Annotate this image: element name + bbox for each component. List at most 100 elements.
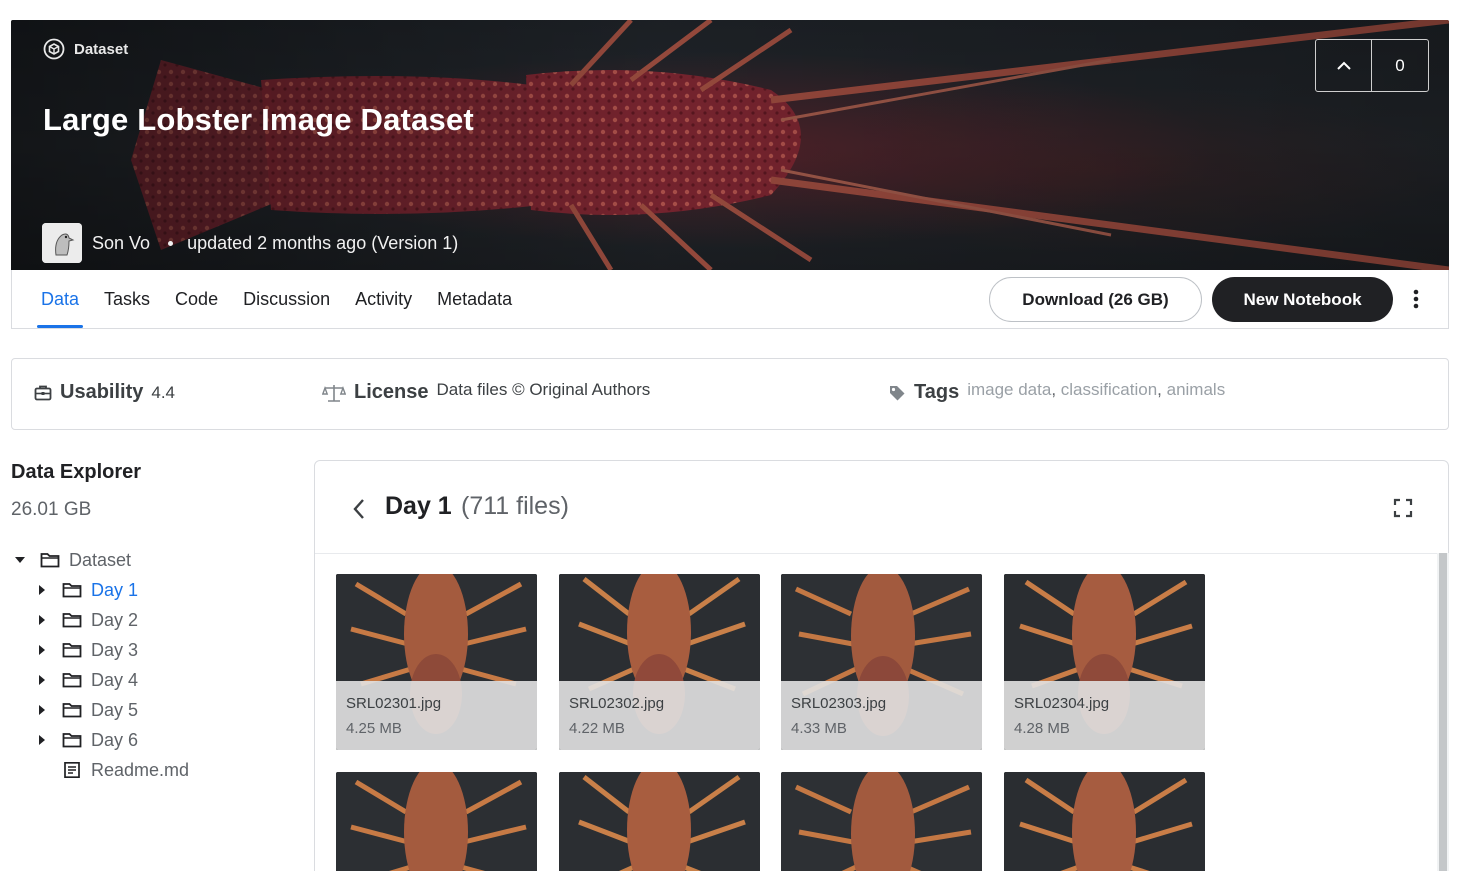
tree-folder-day-2[interactable]: Day 2 bbox=[14, 605, 189, 635]
license-value[interactable]: Data files © Original Authors bbox=[436, 380, 650, 400]
file-card[interactable]: SRL02303.jpg 4.33 MB bbox=[781, 574, 982, 750]
tree-folder-day-5[interactable]: Day 5 bbox=[14, 695, 189, 725]
vote-count: 0 bbox=[1395, 55, 1405, 75]
file-card[interactable] bbox=[1004, 772, 1205, 871]
file-card[interactable]: SRL02304.jpg 4.28 MB bbox=[1004, 574, 1205, 750]
tree-folder-day-3[interactable]: Day 3 bbox=[14, 635, 189, 665]
file-card[interactable] bbox=[781, 772, 982, 871]
chevron-up-icon bbox=[1336, 61, 1351, 70]
file-name: SRL02303.jpg bbox=[791, 695, 887, 712]
upvote-widget: 0 bbox=[1315, 39, 1429, 92]
tags-list: image data, classification, animals bbox=[967, 379, 1226, 399]
tree-label: Day 3 bbox=[91, 639, 139, 660]
tree-label: Dataset bbox=[69, 549, 132, 570]
file-card[interactable]: SRL02301.jpg 4.25 MB bbox=[336, 574, 537, 750]
tree-label: Day 6 bbox=[91, 729, 139, 750]
file-size: 4.28 MB bbox=[1014, 720, 1070, 737]
author-line: Son Vo updated 2 months ago (Version 1) bbox=[42, 223, 458, 263]
file-tree: Dataset Day 1 Day 2 Day 3 Day 4 Day 5 Da… bbox=[14, 545, 189, 785]
panel-scrollbar[interactable] bbox=[1437, 553, 1449, 871]
author-avatar[interactable] bbox=[42, 223, 82, 263]
file-size: 4.22 MB bbox=[569, 720, 625, 737]
tag-classification[interactable]: classification bbox=[1061, 380, 1157, 399]
file-caption: SRL02302.jpg 4.22 MB bbox=[559, 681, 760, 750]
dataset-header-banner: Dataset Large Lobster Image Dataset Son … bbox=[11, 20, 1449, 270]
caret-right-icon[interactable] bbox=[36, 584, 48, 596]
tab-tasks[interactable]: Tasks bbox=[104, 270, 150, 328]
tab-data[interactable]: Data bbox=[36, 270, 84, 328]
folder-icon bbox=[62, 673, 82, 688]
tree-file-readme[interactable]: Readme.md bbox=[14, 755, 189, 785]
file-name: SRL02301.jpg bbox=[346, 695, 442, 712]
caret-right-icon[interactable] bbox=[36, 674, 48, 686]
file-card[interactable]: SRL02302.jpg 4.22 MB bbox=[559, 574, 760, 750]
tab-discussion[interactable]: Discussion bbox=[243, 270, 330, 328]
tree-label: Day 4 bbox=[91, 669, 139, 690]
file-size: 4.25 MB bbox=[346, 720, 402, 737]
folder-icon bbox=[62, 643, 82, 658]
tree-folder-day-4[interactable]: Day 4 bbox=[14, 665, 189, 695]
lobster-thumbnail bbox=[781, 772, 982, 871]
folder-icon bbox=[62, 733, 82, 748]
tag-image-data[interactable]: image data bbox=[967, 380, 1051, 399]
tab-activity[interactable]: Activity bbox=[355, 270, 412, 328]
tags-item: Tags image data, classification, animals bbox=[888, 379, 1226, 404]
license-scale-icon bbox=[322, 384, 346, 402]
usability-icon bbox=[34, 385, 52, 400]
panel-file-count: (711 files) bbox=[461, 492, 569, 520]
file-card[interactable] bbox=[559, 772, 760, 871]
file-caption: SRL02304.jpg 4.28 MB bbox=[1004, 681, 1205, 750]
tree-label: Readme.md bbox=[91, 759, 190, 780]
file-name: SRL02304.jpg bbox=[1014, 695, 1110, 712]
tab-metadata[interactable]: Metadata bbox=[437, 270, 512, 328]
download-button[interactable]: Download (26 GB) bbox=[989, 277, 1202, 322]
tree-folder-day-6[interactable]: Day 6 bbox=[14, 725, 189, 755]
updated-text: updated 2 months ago (Version 1) bbox=[187, 232, 459, 253]
folder-icon bbox=[62, 703, 82, 718]
fullscreen-icon[interactable] bbox=[1393, 498, 1413, 518]
usability-value: 4.4 bbox=[151, 382, 175, 402]
caret-right-icon[interactable] bbox=[36, 644, 48, 656]
data-explorer-size: 26.01 GB bbox=[11, 499, 92, 520]
folder-icon bbox=[40, 553, 60, 568]
folder-icon bbox=[62, 583, 82, 598]
chevron-left-icon[interactable] bbox=[351, 496, 367, 522]
tree-root-dataset[interactable]: Dataset bbox=[14, 545, 189, 575]
separator-dot bbox=[168, 240, 174, 246]
new-notebook-button[interactable]: New Notebook bbox=[1212, 277, 1393, 322]
tags-label: Tags bbox=[914, 381, 960, 403]
more-options-button[interactable] bbox=[1406, 287, 1426, 311]
tab-list: Data Tasks Code Discussion Activity Meta… bbox=[36, 270, 537, 328]
file-card[interactable] bbox=[336, 772, 537, 871]
tree-label: Day 1 bbox=[91, 579, 139, 600]
data-explorer-title: Data Explorer bbox=[11, 461, 142, 483]
dataset-info-strip: Usability 4.4 License Data files © Origi… bbox=[11, 358, 1449, 430]
lobster-thumbnail bbox=[1004, 772, 1205, 871]
caret-down-icon[interactable] bbox=[14, 554, 26, 566]
caret-right-icon[interactable] bbox=[36, 614, 48, 626]
file-size: 4.33 MB bbox=[791, 720, 847, 737]
usability-label: Usability bbox=[60, 381, 144, 403]
dataset-type-badge: Dataset bbox=[43, 38, 128, 60]
dataset-icon bbox=[43, 38, 65, 60]
author-name[interactable]: Son Vo bbox=[92, 233, 150, 254]
tree-folder-day-1[interactable]: Day 1 bbox=[14, 575, 189, 605]
tree-label: Day 2 bbox=[91, 609, 139, 630]
tag-icon bbox=[890, 385, 905, 400]
panel-scrollbar-thumb[interactable] bbox=[1439, 553, 1447, 871]
tag-animals[interactable]: animals bbox=[1167, 380, 1226, 399]
panel-header: Day 1 (711 files) bbox=[315, 461, 1448, 554]
file-name: SRL02302.jpg bbox=[569, 695, 665, 712]
file-caption: SRL02303.jpg 4.33 MB bbox=[781, 681, 982, 750]
panel-folder-name: Day 1 bbox=[385, 492, 452, 520]
tree-label: Day 5 bbox=[91, 699, 139, 720]
usability-item: Usability 4.4 bbox=[34, 381, 175, 404]
lobster-thumbnail bbox=[336, 772, 537, 871]
caret-right-icon[interactable] bbox=[36, 734, 48, 746]
file-caption: SRL02301.jpg 4.25 MB bbox=[336, 681, 537, 750]
caret-right-icon[interactable] bbox=[36, 704, 48, 716]
upvote-button[interactable] bbox=[1316, 40, 1372, 91]
dataset-tabbar: Data Tasks Code Discussion Activity Meta… bbox=[11, 270, 1449, 329]
more-vert-icon bbox=[1413, 289, 1419, 309]
tab-code[interactable]: Code bbox=[175, 270, 218, 328]
